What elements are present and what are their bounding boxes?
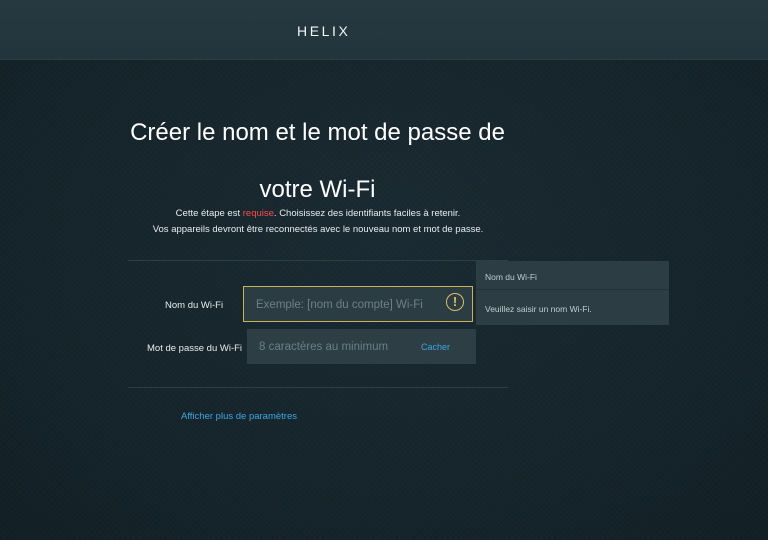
- subtitle-text-after: . Choisissez des identifiants faciles à …: [273, 208, 461, 219]
- page-subtitle: Cette étape est requise. Choisissez des …: [128, 206, 508, 237]
- page-title: Créer le nom et le mot de passe de votre…: [130, 104, 505, 218]
- subtitle-text-before: Cette étape est: [175, 208, 243, 219]
- subtitle-line1: Cette étape est requise. Choisissez des …: [128, 206, 508, 222]
- show-more-settings-link[interactable]: Afficher plus de paramètres: [181, 411, 297, 422]
- ssid-validation-tooltip: Nom du Wi-Fi Veuillez saisir un nom Wi-F…: [476, 261, 669, 325]
- bottom-divider: [128, 387, 508, 388]
- ssid-field[interactable]: !: [243, 286, 473, 322]
- top-divider: [128, 260, 508, 261]
- required-text: requise: [242, 208, 274, 219]
- page-title-line1: Créer le nom et le mot de passe de: [130, 119, 505, 146]
- ssid-input[interactable]: [256, 296, 431, 314]
- ssid-label: Nom du Wi-Fi: [165, 300, 224, 311]
- header-bar: HELIX: [0, 0, 768, 60]
- password-field[interactable]: Cacher: [247, 329, 476, 364]
- subtitle-line2: Vos appareils devront être reconnectés a…: [152, 223, 484, 235]
- tooltip-header: Nom du Wi-Fi: [476, 261, 669, 290]
- password-input[interactable]: [259, 338, 409, 356]
- password-label: Mot de passe du Wi-Fi: [147, 343, 243, 354]
- hide-password-link[interactable]: Cacher: [421, 342, 450, 352]
- exclamation-circle-icon: !: [446, 293, 464, 311]
- tooltip-title: Nom du Wi-Fi: [485, 272, 537, 282]
- tooltip-message: Veuillez saisir un nom Wi-Fi.: [485, 304, 592, 314]
- helix-logo: HELIX: [297, 23, 351, 39]
